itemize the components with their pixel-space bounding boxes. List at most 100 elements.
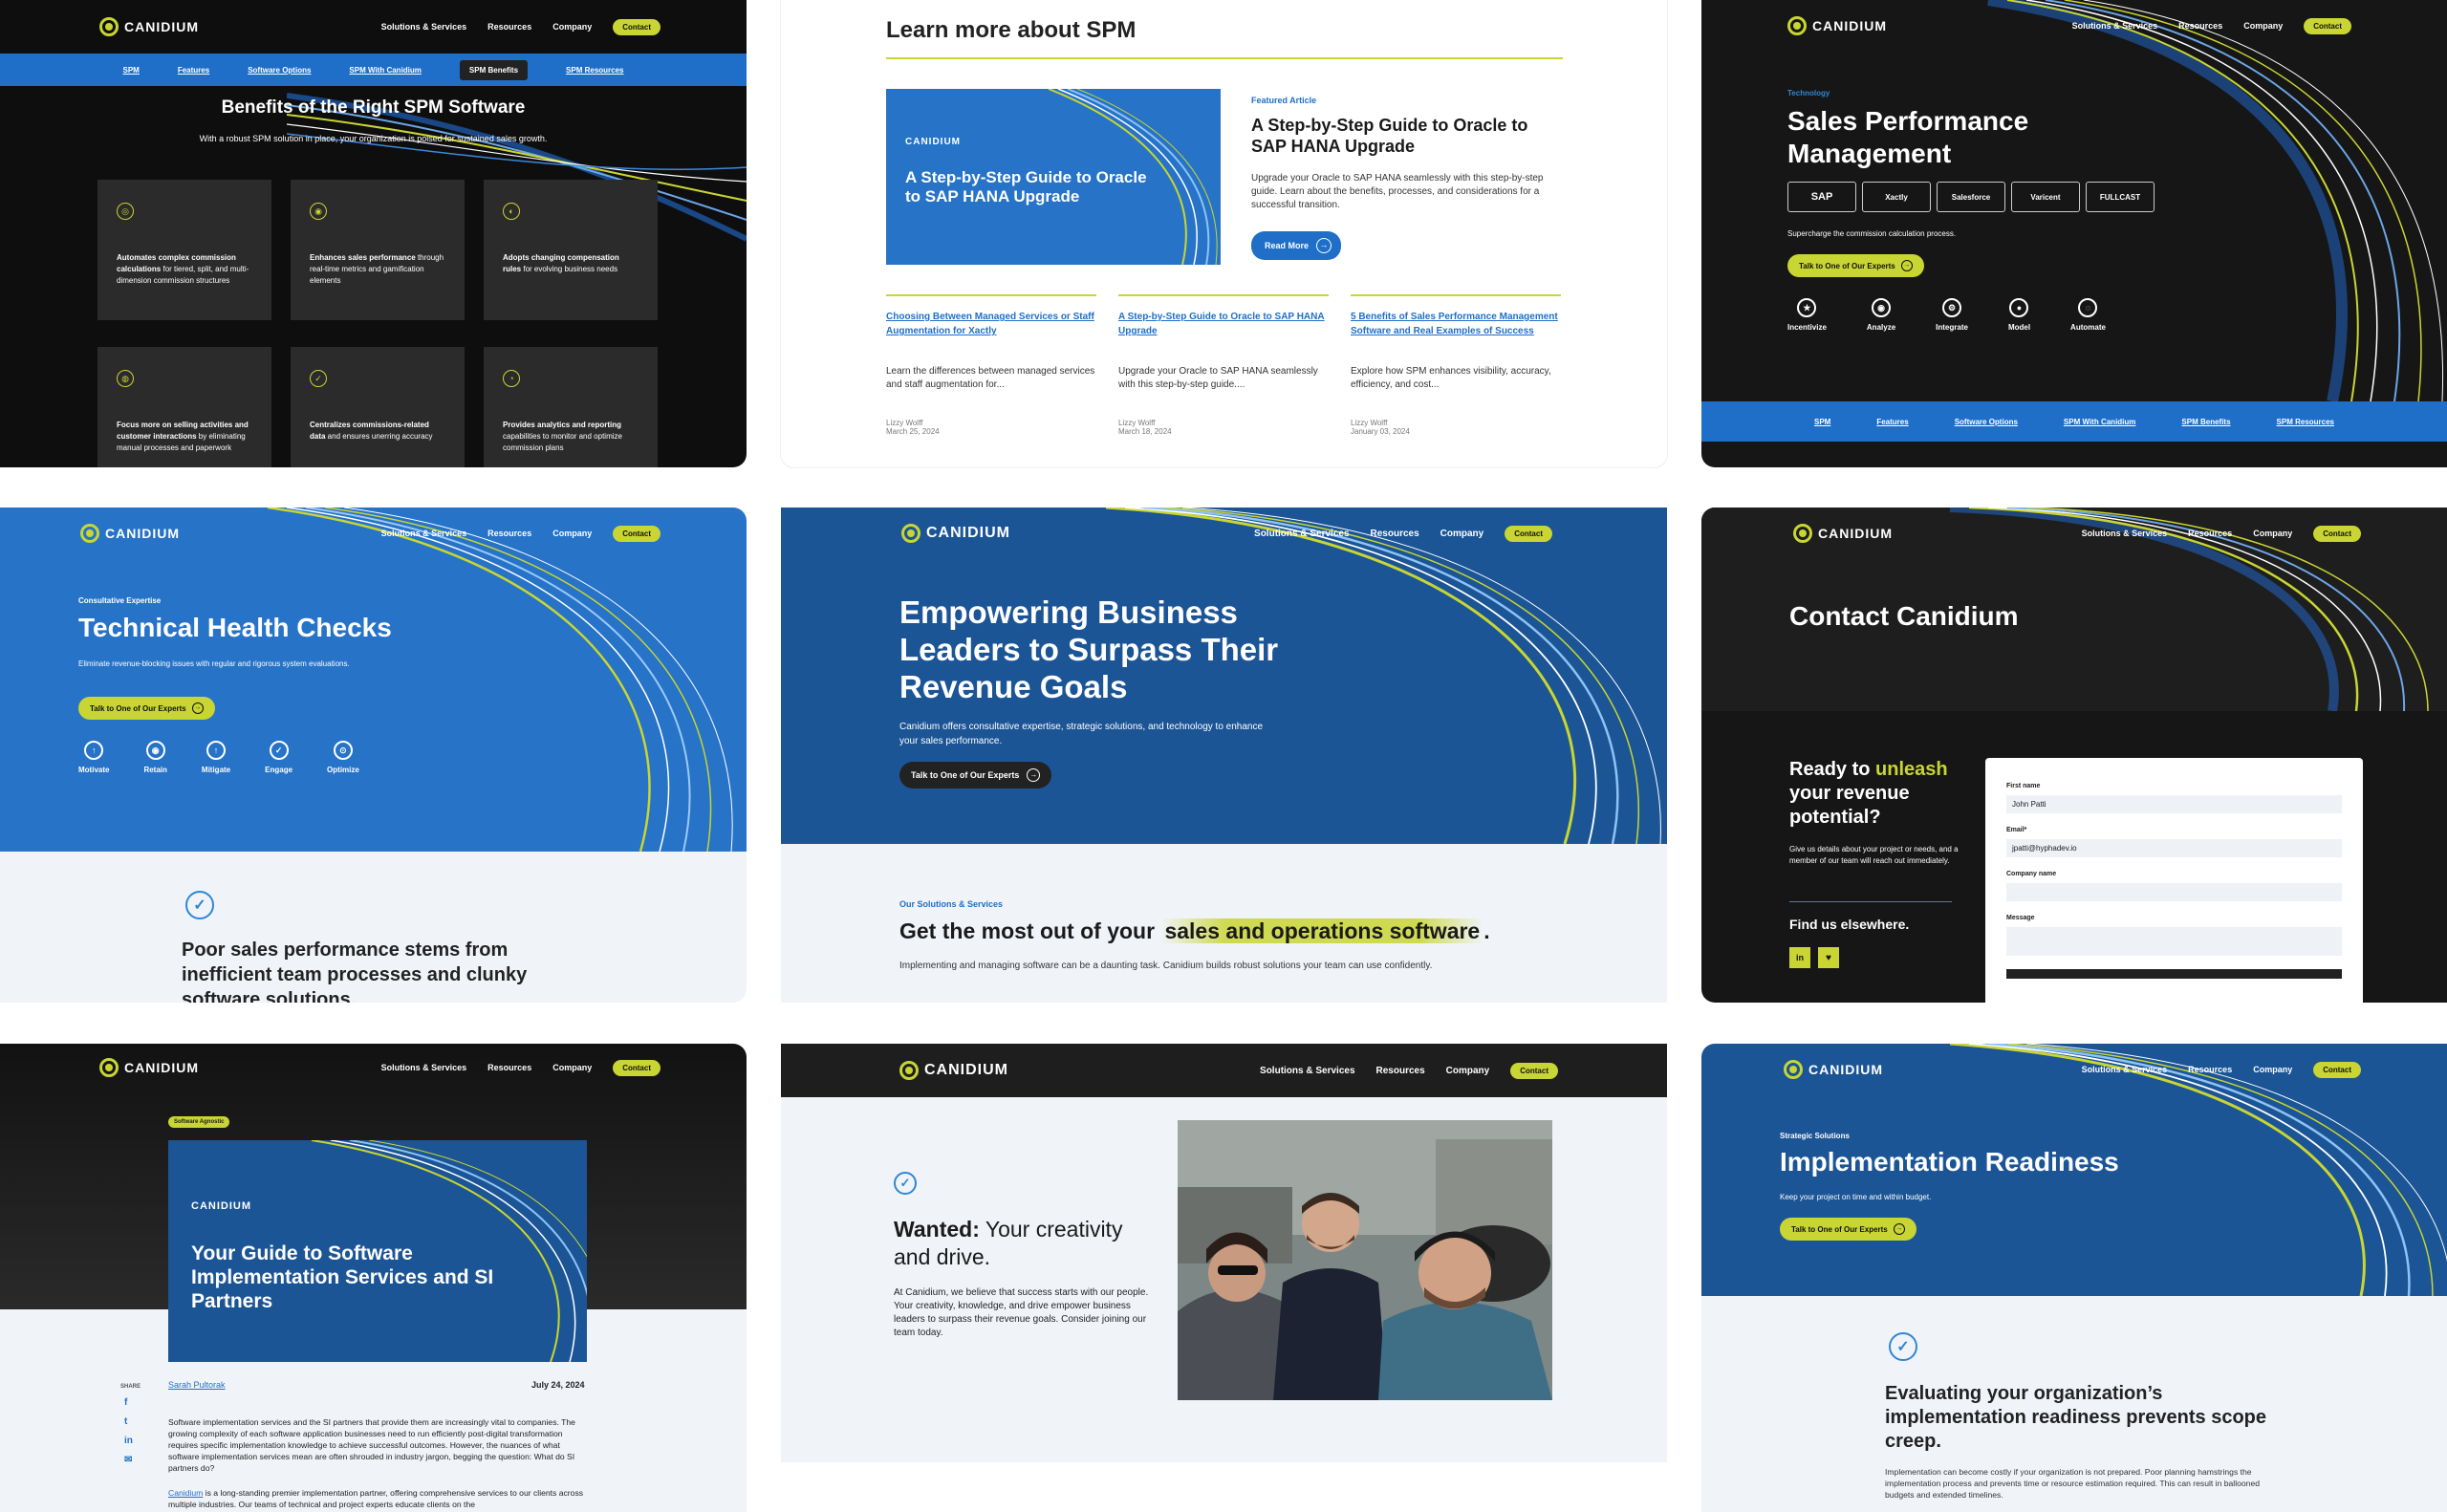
message-field[interactable] (2006, 927, 2342, 956)
solutions-eyebrow: Our Solutions & Services (899, 899, 1004, 909)
nav-resources[interactable]: Resources (1371, 529, 1419, 539)
talk-to-experts-button[interactable]: Talk to One of Our Experts → (1780, 1218, 1916, 1241)
nav-resources[interactable]: Resources (487, 22, 531, 32)
article-title[interactable]: Choosing Between Managed Services or Sta… (886, 310, 1096, 356)
nav-solutions[interactable]: Solutions & Services (2082, 529, 2168, 538)
first-name-field[interactable]: John Patti (2006, 795, 2342, 813)
feature-icons: ↑ Motivate ◉ Retain ↑ Mitigate ✓ Engage ⊙ Optimiz… (78, 741, 359, 774)
nav-resources[interactable]: Resources (487, 1063, 531, 1072)
talk-to-experts-button[interactable]: Talk to One of Our Experts → (78, 697, 215, 720)
contact-button[interactable]: Contact (613, 525, 660, 542)
retain-icon: ◉ (145, 741, 165, 760)
subnav-spm-resources[interactable]: SPM Resources (566, 66, 623, 75)
subnav-spm[interactable]: SPM (122, 66, 139, 75)
subnav-item[interactable]: SPM (1814, 418, 1830, 426)
heading-divider (886, 57, 1563, 59)
hero-eyebrow: Technology (1787, 89, 1830, 97)
article-card[interactable]: 5 Benefits of Sales Performance Manageme… (1351, 294, 1561, 436)
nav-resources[interactable]: Resources (2178, 21, 2222, 31)
nav-company[interactable]: Company (552, 22, 592, 32)
nav-solutions[interactable]: Solutions & Services (381, 1063, 467, 1072)
subnav-item[interactable]: SPM Resources (2277, 418, 2334, 426)
email-field[interactable]: jpatti@hyphadev.io (2006, 839, 2342, 857)
subnav-spm-benefits[interactable]: SPM Benefits (459, 59, 529, 80)
canidium-logo[interactable]: CANIDIUM (901, 524, 1010, 543)
ready-highlight: unleash (1875, 759, 1948, 780)
canidium-logo[interactable]: CANIDIUM (1793, 524, 1893, 543)
subnav-item[interactable]: Features (1876, 418, 1908, 426)
subnav-spm-with-canidium[interactable]: SPM With Canidium (349, 66, 421, 75)
twitter-icon[interactable]: ♥ (1818, 947, 1839, 968)
contact-button[interactable]: Contact (1510, 1062, 1558, 1079)
nav-company[interactable]: Company (1446, 1066, 1490, 1076)
subnav-item[interactable]: SPM Benefits (2181, 418, 2230, 426)
linkedin-icon[interactable]: in (124, 1436, 133, 1446)
top-nav: CANIDIUM Solutions & Services Resources … (0, 0, 747, 54)
section-body: Poor sales performance stems from ineffi… (182, 940, 528, 1003)
facebook-icon[interactable]: f (124, 1397, 133, 1408)
canidium-logo-icon (901, 524, 920, 543)
canidium-link[interactable]: Canidium (168, 1488, 203, 1498)
nav-resources[interactable]: Resources (1376, 1066, 1425, 1076)
nav-solutions[interactable]: Solutions & Services (2082, 1065, 2168, 1074)
contact-button[interactable]: Contact (613, 1059, 660, 1076)
nav-resources[interactable]: Resources (2188, 1065, 2232, 1074)
canidium-logo[interactable]: CANIDIUM (80, 524, 180, 543)
contact-button[interactable]: Contact (1505, 525, 1552, 542)
author-link[interactable]: Sarah Pultorak (168, 1380, 226, 1390)
category-badge[interactable]: Software Agnostic (168, 1116, 230, 1128)
nav-resources[interactable]: Resources (487, 529, 531, 538)
nav-solutions[interactable]: Solutions & Services (381, 529, 467, 538)
canidium-logo[interactable]: CANIDIUM (1787, 16, 1887, 35)
nav-solutions[interactable]: Solutions & Services (1254, 529, 1349, 539)
submit-button[interactable] (2006, 969, 2342, 979)
hero-title: Technical Health Checks (78, 613, 392, 642)
talk-to-experts-button[interactable]: Talk to One of Our Experts → (899, 762, 1052, 788)
benefit-card: ◔ Provides analytics and reporting capabi… (484, 347, 658, 467)
article-desc: Upgrade your Oracle to SAP HANA seamless… (1118, 366, 1318, 390)
nav-solutions[interactable]: Solutions & Services (1260, 1066, 1354, 1076)
contact-button[interactable]: Contact (613, 18, 660, 35)
contact-button[interactable]: Contact (2313, 525, 2361, 542)
read-more-button[interactable]: Read More → (1251, 231, 1342, 260)
subnav-features[interactable]: Features (178, 66, 209, 75)
company-field[interactable] (2006, 883, 2342, 901)
benefit-rest: for evolving business needs (521, 265, 618, 273)
feature-label: Model (2007, 323, 2031, 332)
linkedin-icon[interactable]: in (1789, 947, 1810, 968)
nav-company[interactable]: Company (2243, 21, 2283, 31)
contact-button[interactable]: Contact (2313, 1061, 2361, 1078)
canidium-logo[interactable]: CANIDIUM (899, 1061, 1008, 1080)
nav-company[interactable]: Company (2253, 529, 2292, 538)
contact-form: First name John Patti Email* jpatti@hyph… (1985, 758, 2363, 1003)
top-nav: CANIDIUM Solutions & Services Resources … (0, 508, 747, 559)
careers-screenshot: CANIDIUM Solutions & Services Resources … (781, 1044, 1667, 1462)
nav-company[interactable]: Company (2253, 1065, 2292, 1074)
talk-to-experts-button[interactable]: Talk to One of Our Experts → (1787, 254, 1924, 277)
subnav-item[interactable]: SPM With Canidium (2064, 418, 2135, 426)
contact-button[interactable]: Contact (2304, 17, 2351, 34)
message-label: Message (2006, 915, 2035, 921)
article-title[interactable]: A Step-by-Step Guide to Oracle to SAP HA… (1118, 310, 1329, 356)
article-desc: Learn the differences between managed se… (886, 366, 1095, 390)
canidium-logo[interactable]: CANIDIUM (1784, 1060, 1883, 1079)
subnav-item[interactable]: Software Options (1955, 418, 2018, 426)
article-card[interactable]: A Step-by-Step Guide to Oracle to SAP HA… (1118, 294, 1329, 436)
twitter-icon[interactable]: t (124, 1416, 133, 1427)
article-title[interactable]: 5 Benefits of Sales Performance Manageme… (1351, 310, 1561, 356)
email-icon[interactable]: ✉ (124, 1455, 133, 1465)
incentivize-icon: ★ (1797, 298, 1817, 317)
article-card[interactable]: Choosing Between Managed Services or Sta… (886, 294, 1096, 436)
canidium-logo[interactable]: CANIDIUM (99, 17, 199, 36)
nav-company[interactable]: Company (552, 529, 592, 538)
featured-title[interactable]: A Step-by-Step Guide to Oracle to SAP HA… (1251, 115, 1557, 157)
nav-solutions[interactable]: Solutions & Services (381, 22, 467, 32)
canidium-logo[interactable]: CANIDIUM (99, 1058, 199, 1077)
nav-solutions[interactable]: Solutions & Services (2072, 21, 2158, 31)
featured-image[interactable]: CANIDIUM A Step-by-Step Guide to Oracle … (886, 89, 1221, 265)
canidium-logo-icon (899, 1061, 919, 1080)
nav-company[interactable]: Company (552, 1063, 592, 1072)
nav-resources[interactable]: Resources (2188, 529, 2232, 538)
nav-company[interactable]: Company (1440, 529, 1484, 539)
subnav-software-options[interactable]: Software Options (248, 66, 311, 75)
